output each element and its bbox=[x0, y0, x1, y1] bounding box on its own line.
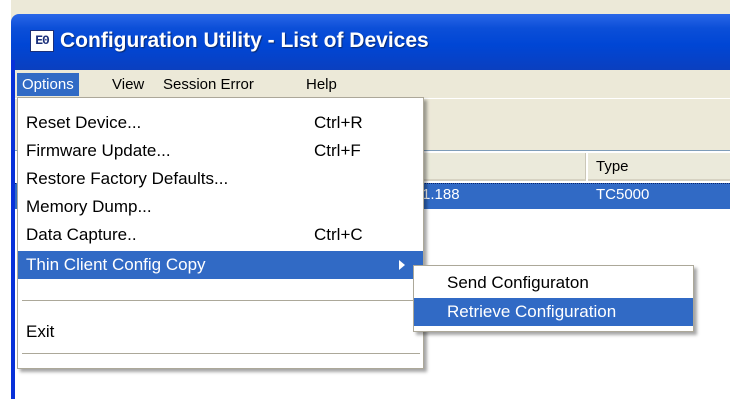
menu-item-label: Data Capture.. bbox=[26, 225, 137, 244]
menu-options[interactable]: Options bbox=[17, 73, 79, 96]
menu-item-label: Reset Device... bbox=[26, 113, 142, 132]
menu-separator bbox=[22, 353, 420, 355]
menu-item-reset-device[interactable]: Reset Device... Ctrl+R bbox=[18, 109, 423, 137]
submenu-arrow-icon bbox=[399, 260, 405, 270]
menu-item-exit[interactable]: Exit bbox=[18, 318, 423, 346]
window-title: Configuration Utility - List of Devices bbox=[60, 29, 429, 52]
menu-item-shortcut: Ctrl+R bbox=[314, 113, 363, 132]
menu-item-firmware-update[interactable]: Firmware Update... Ctrl+F bbox=[18, 137, 423, 165]
menu-item-thin-client-config-copy[interactable]: Thin Client Config Copy bbox=[18, 251, 423, 279]
submenu-item-label: Retrieve Configuration bbox=[447, 302, 617, 321]
submenu-item-send-configuration[interactable]: Send Configuraton bbox=[414, 269, 693, 297]
menu-item-data-capture[interactable]: Data Capture.. Ctrl+C bbox=[18, 221, 423, 249]
cell-type: TC5000 bbox=[596, 186, 650, 203]
menu-separator bbox=[22, 300, 420, 302]
menu-view[interactable]: View bbox=[107, 73, 149, 96]
menu-help[interactable]: Help bbox=[301, 73, 342, 96]
menu-item-memory-dump[interactable]: Memory Dump... bbox=[18, 193, 423, 221]
menu-item-label: Memory Dump... bbox=[26, 197, 152, 216]
menu-item-shortcut: Ctrl+C bbox=[314, 225, 363, 244]
app-icon[interactable]: E0 bbox=[30, 30, 54, 52]
submenu-item-label: Send Configuraton bbox=[447, 273, 589, 292]
menu-item-label: Thin Client Config Copy bbox=[26, 255, 206, 274]
menu-item-label: Firmware Update... bbox=[26, 141, 171, 160]
menu-item-restore-factory-defaults[interactable]: Restore Factory Defaults... bbox=[18, 165, 423, 193]
menu-session-error[interactable]: Session Error bbox=[158, 73, 259, 96]
window-border bbox=[11, 60, 15, 399]
submenu-item-retrieve-configuration[interactable]: Retrieve Configuration bbox=[414, 298, 693, 326]
menu-item-label: Exit bbox=[26, 322, 55, 341]
cell-address: 1.188 bbox=[422, 186, 460, 203]
column-header-type[interactable]: Type bbox=[588, 153, 730, 181]
menu-item-shortcut: Ctrl+F bbox=[314, 141, 361, 160]
menu-item-label: Restore Factory Defaults... bbox=[26, 169, 229, 188]
